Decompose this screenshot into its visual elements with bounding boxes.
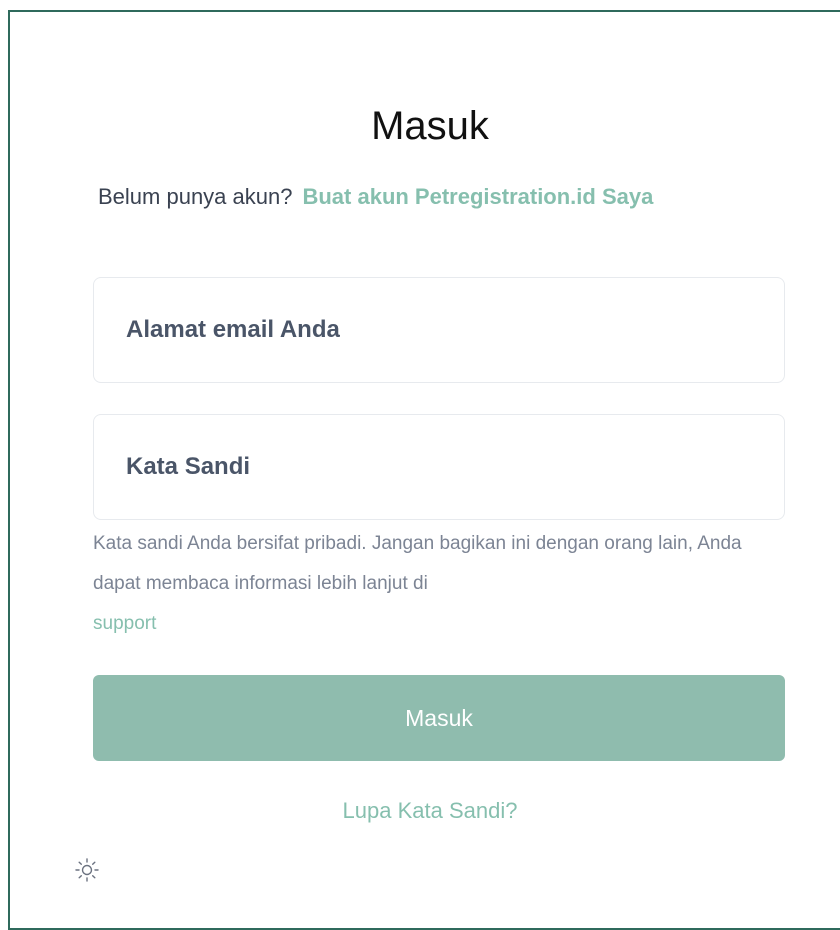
- signup-link[interactable]: Buat akun Petregistration.id Saya: [302, 184, 653, 209]
- signup-prompt: Belum punya akun?: [98, 184, 293, 209]
- email-field[interactable]: [94, 278, 784, 382]
- forgot-password-link[interactable]: Lupa Kata Sandi?: [10, 798, 840, 824]
- password-field-container: [93, 414, 785, 520]
- helper-text: Kata sandi Anda bersifat pribadi. Jangan…: [93, 533, 742, 594]
- page-title: Masuk: [371, 104, 489, 148]
- signup-prompt-row: Belum punya akun? Buat akun Petregistrati…: [98, 184, 653, 210]
- support-link[interactable]: support: [93, 613, 156, 634]
- password-field[interactable]: [94, 415, 784, 519]
- email-field-container: [93, 277, 785, 383]
- sun-icon[interactable]: [74, 857, 100, 883]
- login-button[interactable]: Masuk: [93, 675, 785, 761]
- login-card: Masuk Belum punya akun? Buat akun Petregi…: [8, 10, 840, 930]
- password-helper-text: Kata sandi Anda bersifat pribadi. Jangan…: [93, 524, 773, 644]
